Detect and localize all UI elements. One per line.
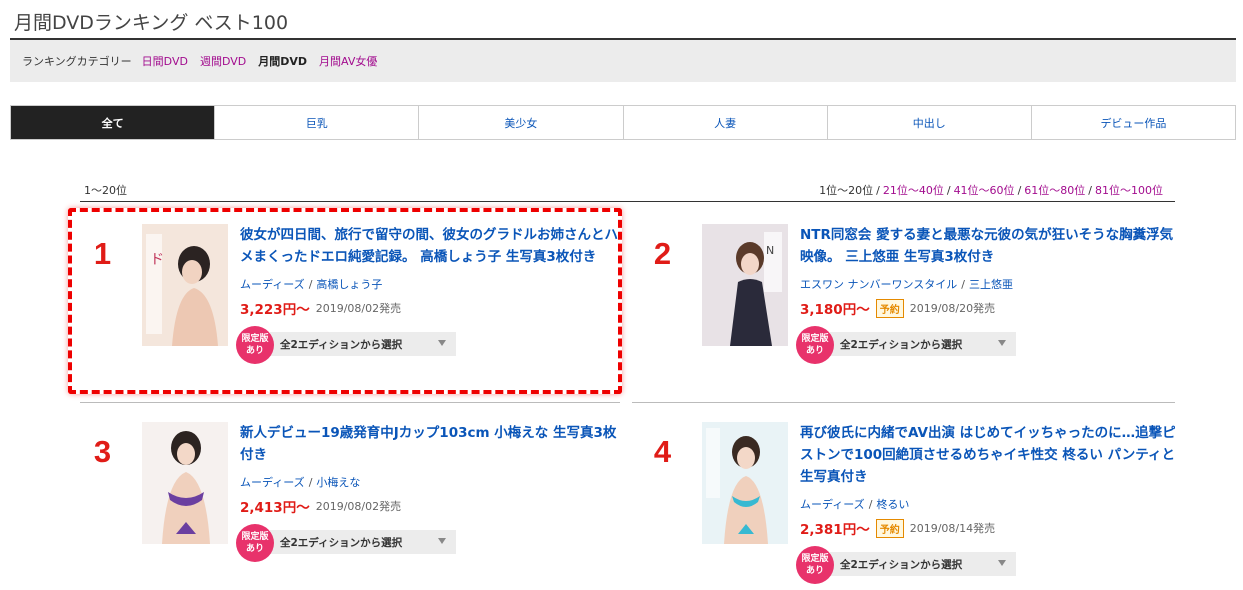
range-divider	[80, 201, 1175, 202]
genre-tabs: 全て 巨乳 美少女 人妻 中出し デビュー作品	[10, 105, 1236, 140]
edition-select[interactable]: 全2エディションから選択	[830, 332, 1016, 356]
ranking-item: 4 再び彼氏に内緒でAV出演 はじめてイッちゃったのに…追撃ピストンで100回絶…	[640, 422, 1176, 590]
price: 2,381円〜	[800, 522, 870, 538]
rank-number: 2	[653, 236, 672, 271]
category-bar: ランキングカテゴリー 日間DVD 週間DVD 月間DVD 月間AV女優	[10, 40, 1236, 82]
category-link-monthly-actress[interactable]: 月間AV女優	[319, 53, 377, 69]
tab-beautiful-girl[interactable]: 美少女	[418, 106, 623, 139]
pager-link-21-40[interactable]: 21位〜40位	[883, 184, 944, 197]
release-date: 2019/08/02発売	[315, 500, 402, 513]
rank-pager: 1位〜20位/21位〜40位/41位〜60位/61位〜80位/81位〜100位	[819, 184, 1163, 197]
actress-link[interactable]: 三上悠亜	[969, 278, 1013, 291]
tab-debut[interactable]: デビュー作品	[1030, 106, 1236, 139]
chevron-down-icon	[438, 538, 446, 544]
pager-link-61-80[interactable]: 61位〜80位	[1024, 184, 1085, 197]
dvd-cover-image[interactable]	[702, 422, 788, 544]
release-date: 2019/08/14発売	[909, 522, 996, 535]
tab-creampie[interactable]: 中出し	[826, 106, 1031, 139]
category-link-daily[interactable]: 日間DVD	[142, 53, 188, 69]
item-divider	[80, 402, 620, 403]
actress-link[interactable]: 柊るい	[876, 498, 909, 511]
dvd-cover-image[interactable]: N	[702, 224, 788, 346]
limited-edition-badge: 限定版 あり	[236, 524, 274, 562]
limited-edition-badge: 限定版 あり	[796, 326, 834, 364]
maker-link[interactable]: エスワン ナンバーワンスタイル	[800, 278, 957, 291]
tab-married-woman[interactable]: 人妻	[622, 106, 827, 139]
tab-big-breasts[interactable]: 巨乳	[214, 106, 419, 139]
pager-current: 1位〜20位	[819, 184, 874, 197]
category-current-monthly: 月間DVD	[258, 55, 308, 68]
maker-link[interactable]: ムーディーズ	[240, 476, 305, 489]
chevron-down-icon	[998, 560, 1006, 566]
item-title-link[interactable]: 再び彼氏に内緒でAV出演 はじめてイッちゃったのに…追撃ピストンで100回絶頂さ…	[800, 422, 1180, 488]
range-label: 1〜20位	[84, 184, 127, 197]
ranking-item: 3 新人デビュー19歳発育中Jカップ103cm 小梅えな 生写真3枚付き ムーデ…	[80, 422, 616, 590]
chevron-down-icon	[998, 340, 1006, 346]
pager-link-41-60[interactable]: 41位〜60位	[954, 184, 1015, 197]
item-title-link[interactable]: NTR同窓会 愛する妻と最悪な元彼の気が狂いそうな胸糞浮気映像。 三上悠亜 生写…	[800, 224, 1180, 268]
actress-link[interactable]: 小梅えな	[316, 476, 360, 489]
item-divider	[632, 402, 1175, 403]
reserve-badge: 予約	[875, 298, 904, 318]
edition-select[interactable]: 全2エディションから選択	[830, 552, 1016, 576]
reserve-badge: 予約	[875, 518, 904, 538]
item-title-link[interactable]: 新人デビュー19歳発育中Jカップ103cm 小梅えな 生写真3枚付き	[240, 422, 620, 466]
limited-edition-badge: 限定版 あり	[236, 326, 274, 364]
dvd-cover-image[interactable]	[142, 422, 228, 544]
rank-number: 4	[653, 434, 672, 469]
limited-edition-badge: 限定版 あり	[796, 546, 834, 584]
rank-number: 3	[93, 434, 112, 469]
svg-text:N: N	[766, 244, 774, 257]
price: 3,180円〜	[800, 302, 870, 318]
category-bar-label: ランキングカテゴリー	[22, 55, 132, 68]
category-link-weekly[interactable]: 週間DVD	[200, 53, 246, 69]
tab-all[interactable]: 全て	[11, 106, 215, 139]
page-title: 月間DVDランキング ベスト100	[14, 12, 289, 34]
maker-link[interactable]: ムーディーズ	[800, 498, 865, 511]
edition-select[interactable]: 全2エディションから選択	[270, 530, 456, 554]
pager-link-81-100[interactable]: 81位〜100位	[1095, 184, 1163, 197]
ranking-item: 2 N NTR同窓会 愛する妻と最悪な元彼の気が狂いそうな胸糞浮気映像。 三上悠…	[640, 224, 1173, 404]
price: 2,413円〜	[240, 500, 310, 516]
release-date: 2019/08/20発売	[909, 302, 996, 315]
highlight-annotation	[68, 208, 622, 394]
